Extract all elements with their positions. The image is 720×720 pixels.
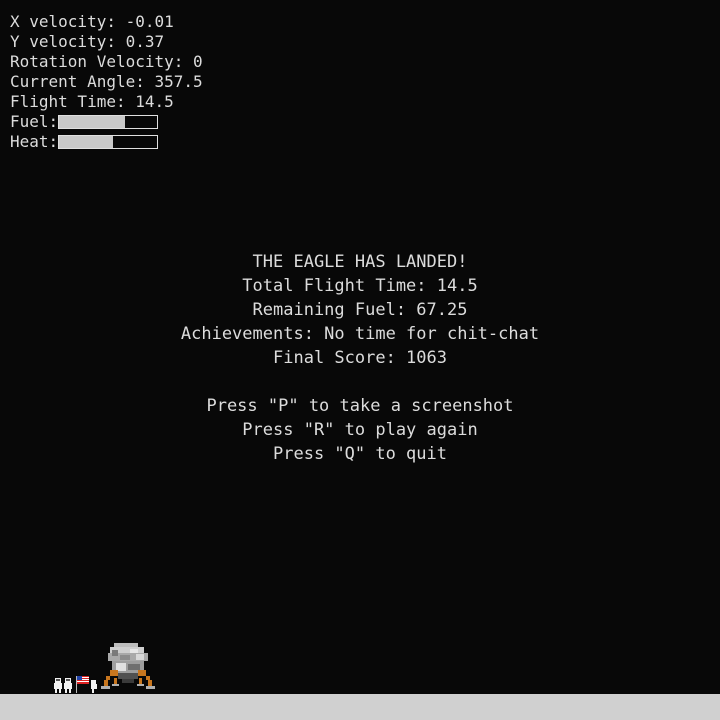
- lunar-module-icon: [101, 643, 155, 689]
- fuel-row: Fuel:: [10, 112, 203, 132]
- flight-time-readout: Flight Time: 14.5: [10, 92, 174, 111]
- heat-row: Heat:: [10, 132, 203, 152]
- total-flight-time: Total Flight Time: 14.5: [242, 276, 478, 296]
- landing-summary: THE EAGLE HAS LANDED! Total Flight Time:…: [0, 250, 720, 466]
- fuel-label: Fuel:: [10, 112, 59, 131]
- astronauts-with-flag-icon: [54, 676, 97, 693]
- heat-gauge-fill: [59, 136, 114, 148]
- current-angle-readout: Current Angle: 357.5: [10, 72, 203, 91]
- play-again-instruction: Press "R" to play again: [242, 420, 478, 440]
- fuel-gauge-fill: [59, 116, 125, 128]
- heat-label: Heat:: [10, 132, 59, 151]
- heat-gauge: [58, 135, 159, 149]
- screenshot-instruction: Press "P" to take a screenshot: [206, 396, 514, 416]
- final-score: Final Score: 1063: [273, 348, 447, 368]
- landing-title: THE EAGLE HAS LANDED!: [252, 252, 468, 272]
- lunar-surface: [0, 694, 720, 720]
- y-velocity-readout: Y velocity: 0.37: [10, 32, 165, 51]
- remaining-fuel: Remaining Fuel: 67.25: [252, 300, 468, 320]
- x-velocity-readout: X velocity: -0.01: [10, 12, 174, 31]
- rotation-velocity-readout: Rotation Velocity: 0: [10, 52, 203, 71]
- hud-panel: X velocity: -0.01 Y velocity: 0.37 Rotat…: [10, 12, 203, 152]
- summary-spacer: [0, 370, 720, 394]
- achievements: Achievements: No time for chit-chat: [180, 324, 540, 344]
- quit-instruction: Press "Q" to quit: [273, 444, 447, 464]
- fuel-gauge: [58, 115, 159, 129]
